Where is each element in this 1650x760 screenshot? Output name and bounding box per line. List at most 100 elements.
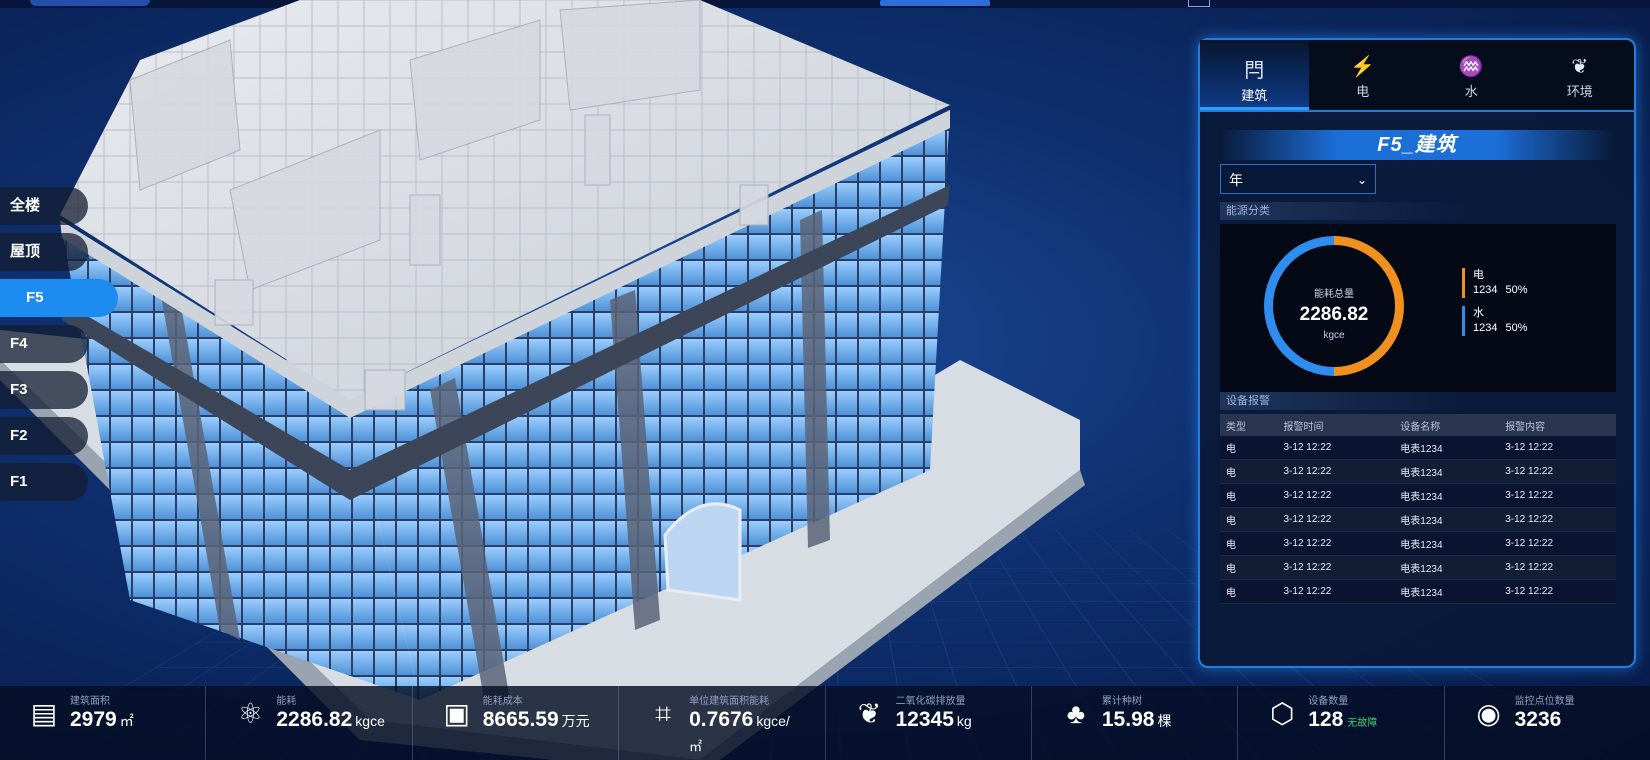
legend-pct: 50%: [1505, 322, 1528, 334]
table-cell: 3-12 12:22: [1277, 507, 1395, 532]
column-header: 设备名称: [1394, 414, 1500, 436]
stat-item: ❦ 二氧化碳排放量 12345 kg: [826, 686, 1032, 760]
table-cell: 3-12 12:22: [1277, 436, 1395, 460]
table-cell: 3-12 12:22: [1277, 531, 1395, 556]
donut-value: 2286.82: [1299, 304, 1369, 325]
stat-label: 能耗: [276, 696, 297, 707]
column-header: 报警内容: [1499, 414, 1616, 436]
summary-stats-bar: ▤ 建筑面积 2979 ㎡ ⚛ 能耗 2286.82 kgce ▣ 能耗成本 8665.59 万元 ⌗ 单…: [0, 686, 1650, 760]
building-3d-model[interactable]: [0, 0, 1140, 760]
table-cell: 电: [1220, 436, 1278, 460]
table-row[interactable]: 电 3-12 12:22 电表1234 3-12 12:22: [1220, 531, 1616, 556]
table-cell: 3-12 12:22: [1499, 579, 1616, 604]
stat-value-wrap: 3236: [1515, 708, 1562, 732]
stat-value: 3236: [1514, 708, 1562, 731]
atom-icon: ⚛: [237, 698, 263, 729]
stat-value: 2979: [70, 708, 117, 731]
table-cell: 电表1234: [1394, 459, 1500, 484]
table-cell: 3-12 12:22: [1499, 436, 1616, 460]
stat-unit: 万元: [561, 713, 590, 729]
table-row[interactable]: 电 3-12 12:22 电表1234 3-12 12:22: [1220, 507, 1616, 532]
table-cell: 3-12 12:22: [1499, 483, 1616, 508]
wallet-icon: ▣: [443, 698, 470, 729]
stat-item: ♣ 累计种树 15.98 棵: [1032, 686, 1239, 760]
stat-unit: kgce/: [756, 713, 790, 729]
stat-label: 监控点位数量: [1514, 696, 1575, 707]
floor-f2[interactable]: F2: [0, 417, 88, 455]
stat-value-wrap: 2979 ㎡: [70, 708, 134, 732]
floor-f5[interactable]: F5: [0, 279, 118, 317]
tab-label: 水: [1464, 84, 1478, 99]
stat-label: 能耗成本: [482, 696, 523, 707]
stat-value-wrap: 0.7676 kgce/: [689, 708, 790, 732]
floor-f4[interactable]: F4: [0, 325, 88, 363]
stat-value-wrap: 15.98 棵: [1102, 708, 1172, 732]
tab-label: 电: [1356, 84, 1370, 99]
category-tabs: 閂 建筑 ⚡ 电 ♒ 水 ❦ 环境: [1200, 40, 1634, 112]
stat-value-wrap: 12345 kg: [896, 708, 972, 732]
period-select-value: 年: [1229, 172, 1243, 188]
energy-donut: 能耗总量 2286.82 kgce: [1264, 236, 1404, 376]
stat-value: 128: [1308, 708, 1344, 731]
leaf-icon: ❦: [1571, 56, 1589, 78]
floor-roof[interactable]: 屋顶: [0, 233, 88, 271]
period-select[interactable]: 年 ⌄: [1220, 164, 1376, 194]
stat-value: 15.98: [1101, 708, 1155, 731]
table-cell: 3-12 12:22: [1499, 459, 1616, 484]
column-header: 类型: [1220, 414, 1278, 436]
stat-label: 设备数量: [1308, 696, 1349, 707]
stat-item: ▤ 建筑面积 2979 ㎡: [0, 686, 207, 760]
floor-all[interactable]: 全楼: [0, 187, 88, 225]
table-row[interactable]: 电 3-12 12:22 电表1234 3-12 12:22: [1220, 579, 1616, 604]
legend-name: 电: [1473, 269, 1484, 281]
floor-f3[interactable]: F3: [0, 371, 88, 409]
stat-label: 累计种树: [1101, 696, 1142, 707]
building-area-icon: ▤: [30, 698, 58, 729]
stat-label: 建筑面积: [70, 696, 110, 707]
tab-water[interactable]: ♒ 水: [1417, 40, 1526, 110]
table-cell: 3-12 12:22: [1499, 507, 1616, 532]
tab-building[interactable]: 閂 建筑: [1200, 40, 1309, 110]
tab-electric[interactable]: ⚡ 电: [1309, 40, 1418, 110]
top-bar-item[interactable]: [1188, 0, 1210, 7]
legend-water: 水 1234 50%: [1462, 306, 1528, 336]
stat-item: ⌗ 单位建筑面积能耗 0.7676 kgce/ ㎡: [619, 686, 826, 760]
floor-f1[interactable]: F1: [0, 463, 88, 501]
legend-name: 水: [1473, 307, 1484, 319]
alarm-table: 类型 报警时间 设备名称 报警内容 电 3-12 12:22 电表1234 3-12 …: [1220, 414, 1616, 604]
tab-label: 环境: [1566, 84, 1593, 99]
stat-value-wrap: 8665.59 万元: [483, 708, 590, 732]
cube-icon: ⬡: [1270, 698, 1295, 729]
table-row[interactable]: 电 3-12 12:22 电表1234 3-12 12:22: [1220, 459, 1616, 484]
tree-icon: ♣: [1066, 698, 1086, 729]
energy-breakdown: 能耗总量 2286.82 kgce 电 1234 50% 水 1234 50%: [1220, 224, 1616, 392]
tab-label: 建筑: [1241, 88, 1268, 103]
table-row[interactable]: 电 3-12 12:22 电表1234 3-12 12:22: [1220, 555, 1616, 580]
water-icon: ♒: [1458, 56, 1484, 78]
table-row[interactable]: 电 3-12 12:22 电表1234 3-12 12:22: [1220, 483, 1616, 508]
table-cell: 电表1234: [1394, 555, 1500, 580]
table-cell: 电: [1220, 483, 1278, 508]
leaf-outline-icon: ❦: [857, 698, 882, 729]
table-cell: 电: [1220, 579, 1278, 604]
legend-electric: 电 1234 50%: [1462, 268, 1528, 298]
target-icon: ◉: [1476, 698, 1501, 729]
table-cell: 3-12 12:22: [1499, 531, 1616, 556]
stat-value: 0.7676: [689, 708, 754, 731]
table-header-row: 类型 报警时间 设备名称 报警内容: [1220, 414, 1616, 436]
tab-environment[interactable]: ❦ 环境: [1526, 40, 1635, 110]
stat-value-wrap: 128 无故障: [1308, 708, 1377, 732]
panel-title: F5_建筑: [1220, 130, 1614, 160]
stat-value: 12345: [895, 708, 954, 731]
table-cell: 电表1234: [1394, 436, 1500, 460]
stat-label: 单位建筑面积能耗: [689, 696, 770, 707]
stat-unit: ㎡: [119, 713, 134, 729]
table-row[interactable]: 电 3-12 12:22 电表1234 3-12 12:22: [1220, 436, 1616, 460]
table-cell: 电表1234: [1394, 507, 1500, 532]
table-cell: 电: [1220, 459, 1278, 484]
stat-item: ⬡ 设备数量 128 无故障: [1238, 686, 1445, 760]
stat-unit: kg: [956, 713, 972, 729]
table-cell: 电: [1220, 531, 1278, 556]
info-panel: 閂 建筑 ⚡ 电 ♒ 水 ❦ 环境 F5_建筑 年 ⌄ 能源分类 能耗总量 22…: [1198, 38, 1636, 668]
stat-value: 2286.82: [276, 708, 353, 731]
